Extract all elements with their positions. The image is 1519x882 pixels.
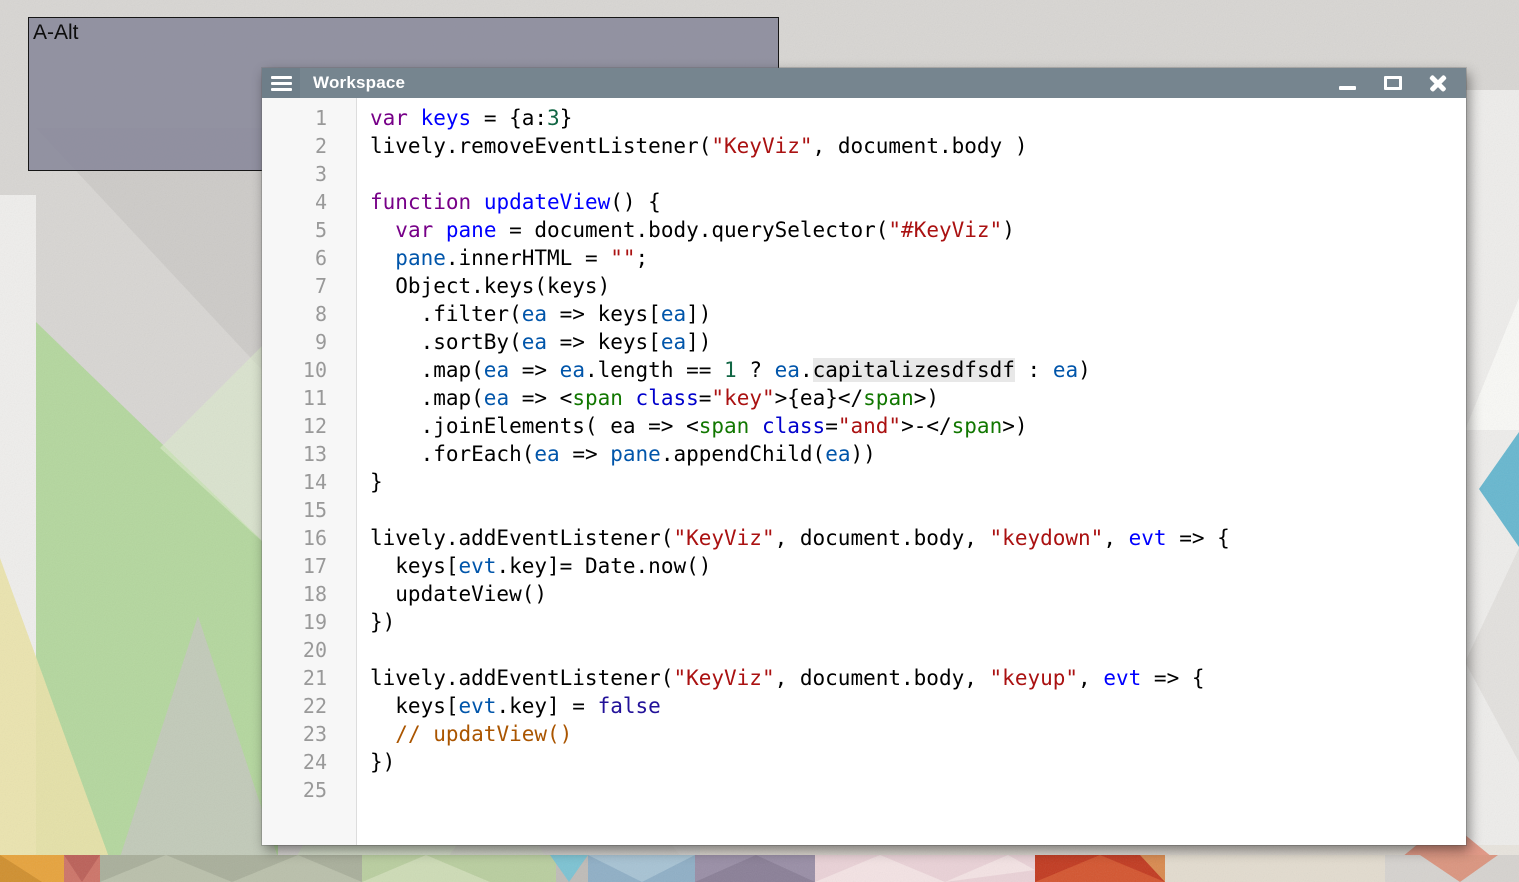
code-line[interactable] bbox=[370, 636, 1466, 664]
window-controls bbox=[1338, 74, 1466, 92]
line-number: 4 bbox=[262, 188, 356, 216]
code-line[interactable]: var keys = {a:3} bbox=[370, 104, 1466, 132]
line-number: 14 bbox=[262, 468, 356, 496]
line-number: 16 bbox=[262, 524, 356, 552]
code-line[interactable]: pane.innerHTML = ""; bbox=[370, 244, 1466, 272]
code-line[interactable]: var pane = document.body.querySelector("… bbox=[370, 216, 1466, 244]
line-number: 6 bbox=[262, 244, 356, 272]
code-line[interactable]: Object.keys(keys) bbox=[370, 272, 1466, 300]
line-number: 22 bbox=[262, 692, 356, 720]
close-button[interactable] bbox=[1428, 74, 1448, 92]
line-number: 25 bbox=[262, 776, 356, 804]
code-line[interactable]: // updatView() bbox=[370, 720, 1466, 748]
line-number: 3 bbox=[262, 160, 356, 188]
desktop: { "desktop": { "panel_label": "A-Alt" },… bbox=[0, 0, 1519, 882]
code-line[interactable]: .sortBy(ea => keys[ea]) bbox=[370, 328, 1466, 356]
line-number: 10 bbox=[262, 356, 356, 384]
code-line[interactable]: .joinElements( ea => <span class="and">-… bbox=[370, 412, 1466, 440]
code-line[interactable] bbox=[370, 496, 1466, 524]
line-number: 19 bbox=[262, 608, 356, 636]
workspace-window: Workspace 123456789101112131415161718192… bbox=[262, 68, 1466, 845]
line-number: 7 bbox=[262, 272, 356, 300]
line-number: 20 bbox=[262, 636, 356, 664]
code-line[interactable]: .map(ea => ea.length == 1 ? ea.capitaliz… bbox=[370, 356, 1466, 384]
a-alt-panel-label: A-Alt bbox=[33, 21, 79, 44]
line-number: 18 bbox=[262, 580, 356, 608]
code-editor[interactable]: 1234567891011121314151617181920212223242… bbox=[262, 98, 1466, 845]
window-titlebar[interactable]: Workspace bbox=[262, 68, 1466, 98]
line-number-gutter: 1234567891011121314151617181920212223242… bbox=[262, 98, 357, 845]
line-number: 1 bbox=[262, 104, 356, 132]
line-number: 8 bbox=[262, 300, 356, 328]
line-number: 17 bbox=[262, 552, 356, 580]
code-line[interactable]: lively.addEventListener("KeyViz", docume… bbox=[370, 664, 1466, 692]
line-number: 15 bbox=[262, 496, 356, 524]
line-number: 23 bbox=[262, 720, 356, 748]
code-line[interactable] bbox=[370, 776, 1466, 804]
code-line[interactable]: } bbox=[370, 468, 1466, 496]
line-number: 2 bbox=[262, 132, 356, 160]
code-line[interactable] bbox=[370, 160, 1466, 188]
code-line[interactable]: }) bbox=[370, 608, 1466, 636]
code-line[interactable]: keys[evt.key]= Date.now() bbox=[370, 552, 1466, 580]
line-number: 12 bbox=[262, 412, 356, 440]
line-number: 21 bbox=[262, 664, 356, 692]
line-number: 9 bbox=[262, 328, 356, 356]
code-line[interactable]: keys[evt.key] = false bbox=[370, 692, 1466, 720]
code-line[interactable]: function updateView() { bbox=[370, 188, 1466, 216]
window-menu-button[interactable] bbox=[262, 68, 300, 98]
window-title: Workspace bbox=[313, 73, 405, 93]
line-number: 13 bbox=[262, 440, 356, 468]
code-line[interactable]: lively.addEventListener("KeyViz", docume… bbox=[370, 524, 1466, 552]
minimize-button[interactable] bbox=[1338, 74, 1358, 92]
code-line[interactable]: lively.removeEventListener("KeyViz", doc… bbox=[370, 132, 1466, 160]
maximize-button[interactable] bbox=[1383, 74, 1403, 92]
line-number: 5 bbox=[262, 216, 356, 244]
code-line[interactable]: .filter(ea => keys[ea]) bbox=[370, 300, 1466, 328]
code-line[interactable]: updateView() bbox=[370, 580, 1466, 608]
code-line[interactable]: .map(ea => <span class="key">{ea}</span>… bbox=[370, 384, 1466, 412]
code-line[interactable]: }) bbox=[370, 748, 1466, 776]
line-number: 11 bbox=[262, 384, 356, 412]
line-number: 24 bbox=[262, 748, 356, 776]
code-area[interactable]: var keys = {a:3}lively.removeEventListen… bbox=[357, 98, 1466, 845]
code-line[interactable]: .forEach(ea => pane.appendChild(ea)) bbox=[370, 440, 1466, 468]
